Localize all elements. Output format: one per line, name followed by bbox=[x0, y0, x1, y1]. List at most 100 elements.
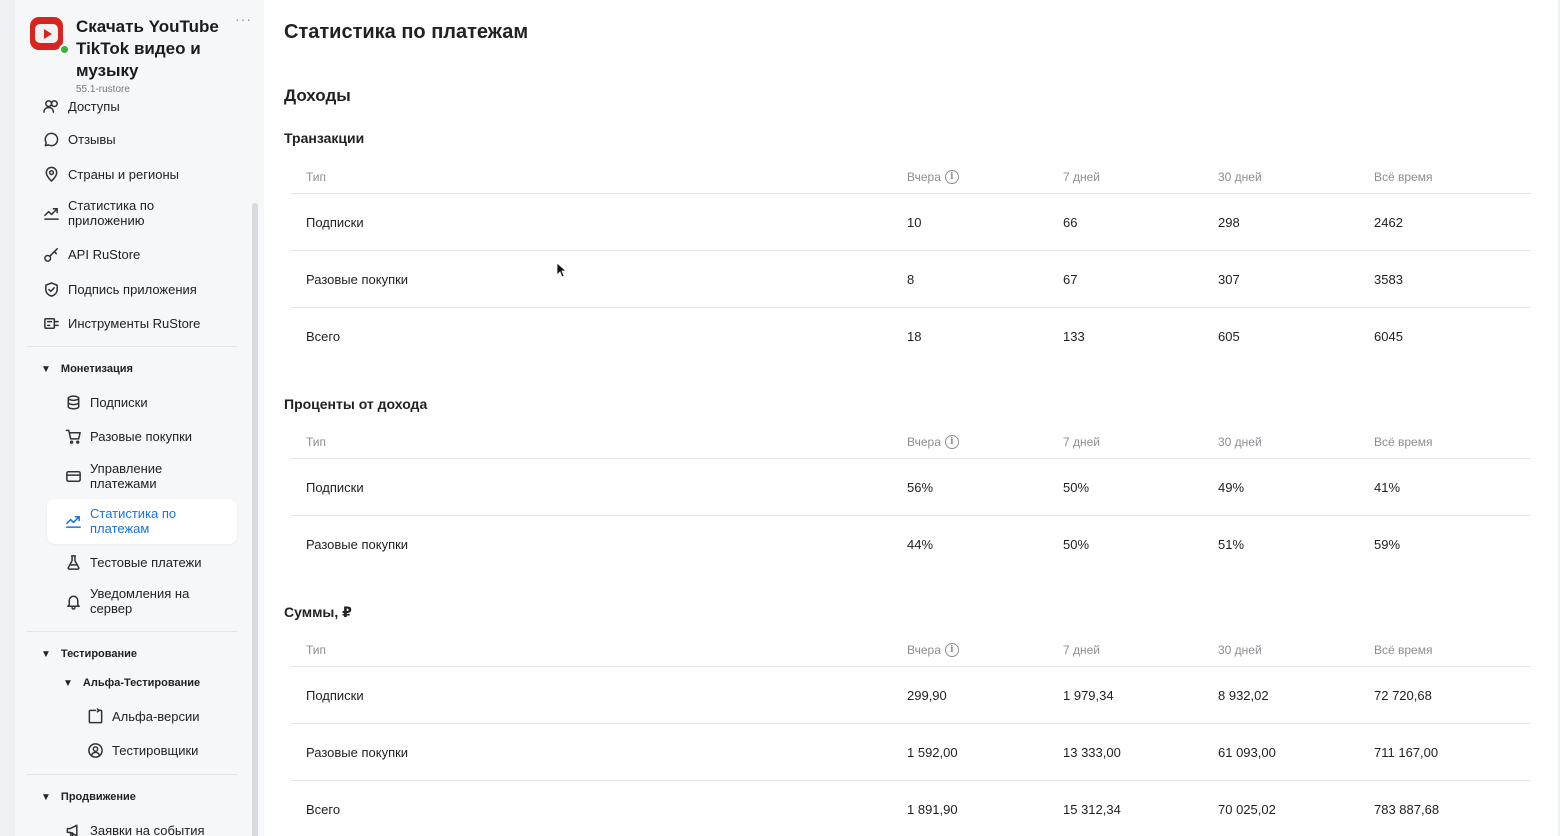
cell-value: 66 bbox=[1063, 214, 1078, 230]
key-icon bbox=[42, 245, 60, 263]
page-title: Статистика по платежам bbox=[284, 21, 529, 43]
cell-value: 41% bbox=[1374, 479, 1401, 495]
sidebar-item-app-stats[interactable]: Статистика по приложению bbox=[42, 198, 212, 228]
shield-check-icon bbox=[42, 280, 60, 298]
sidebar-item-label: Страны и регионы bbox=[68, 166, 180, 182]
section-promotion[interactable]: ▼ Продвижение bbox=[41, 791, 136, 803]
cell-type: Разовые покупки bbox=[306, 271, 409, 287]
cell-value: 2462 bbox=[1374, 214, 1403, 230]
info-icon[interactable]: i bbox=[944, 643, 959, 657]
sidebar-item-countries[interactable]: Страны и регионы bbox=[42, 165, 179, 183]
mouse-cursor-icon bbox=[556, 262, 568, 278]
column-header: Всё время bbox=[1374, 170, 1433, 184]
sidebar-item-alpha-versions[interactable]: Альфа-версии bbox=[86, 707, 200, 725]
cell-value: 50% bbox=[1063, 537, 1090, 552]
section-title: Монетизация bbox=[60, 363, 133, 375]
sidebar-item-api[interactable]: API RuStore bbox=[42, 245, 140, 263]
bell-icon bbox=[64, 592, 82, 610]
column-header: 30 дней bbox=[1218, 170, 1262, 184]
sidebar-divider bbox=[27, 631, 237, 632]
sidebar-item-label: Уведомления на сервер bbox=[90, 586, 190, 616]
table-header: Тип Вчера i 7 дней 30 дней Всё время bbox=[291, 635, 1531, 667]
triangle-down-icon: ▼ bbox=[41, 363, 51, 375]
column-header: Тип bbox=[306, 170, 327, 184]
table-row: Разовые покупки 8 67 307 3583 bbox=[291, 251, 1531, 308]
section-monetization[interactable]: ▼ Монетизация bbox=[41, 363, 133, 375]
section-title: Тестирование bbox=[60, 648, 138, 660]
trend-chart-icon bbox=[64, 512, 82, 530]
cell-type: Всего bbox=[306, 329, 341, 344]
sidebar-item-subscriptions[interactable]: Подписки bbox=[64, 393, 148, 411]
column-header: 30 дней bbox=[1218, 643, 1262, 657]
flask-icon bbox=[64, 553, 82, 571]
cell-value: 44% bbox=[907, 537, 934, 552]
sidebar-item-payment-management[interactable]: Управление платежами bbox=[64, 461, 214, 491]
cell-value: 18 bbox=[907, 329, 922, 344]
sidebar-divider bbox=[27, 346, 237, 347]
megaphone-icon bbox=[64, 821, 82, 836]
cell-type: Разовые покупки bbox=[306, 537, 409, 552]
sidebar-item-signing[interactable]: Подпись приложения bbox=[42, 280, 197, 298]
info-icon[interactable]: i bbox=[944, 435, 959, 449]
cell-value: 783 887,68 bbox=[1374, 802, 1440, 817]
sidebar-item-server-notifications[interactable]: Уведомления на сервер bbox=[64, 586, 214, 616]
tools-icon bbox=[42, 314, 60, 332]
income-heading: Доходы bbox=[284, 86, 351, 105]
trend-chart-icon bbox=[42, 204, 60, 222]
cell-value: 298 bbox=[1218, 214, 1240, 230]
column-header: 7 дней bbox=[1063, 643, 1101, 657]
app-version: 55.1-rustore bbox=[76, 84, 130, 95]
sidebar-item-event-requests[interactable]: Заявки на события bbox=[64, 821, 205, 836]
user-circle-icon bbox=[86, 741, 104, 759]
sidebar-item-label: Инструменты RuStore bbox=[68, 315, 201, 331]
sums-table: Тип Вчера i 7 дней 30 дней Всё время Подп… bbox=[291, 635, 1531, 836]
cell-type: Разовые покупки bbox=[306, 744, 409, 760]
sidebar-item-label: Тестовые платежи bbox=[90, 554, 202, 570]
table-row: Подписки 56% 50% 49% 41% bbox=[291, 459, 1531, 516]
sidebar-item-tools[interactable]: Инструменты RuStore bbox=[42, 314, 200, 332]
sidebar-item-label: Заявки на события bbox=[90, 822, 205, 836]
triangle-down-icon: ▼ bbox=[41, 648, 51, 660]
cell-value: 51% bbox=[1218, 537, 1245, 552]
transactions-title: Транзакции bbox=[284, 130, 365, 146]
table-header: Тип Вчера i 7 дней 30 дней Всё время bbox=[291, 162, 1531, 194]
cell-value: 299,90 bbox=[907, 687, 947, 703]
triangle-down-icon: ▼ bbox=[41, 791, 51, 803]
column-header: 7 дней bbox=[1063, 170, 1101, 184]
cell-value: 72 720,68 bbox=[1374, 687, 1432, 703]
sidebar-item-testers[interactable]: Тестировщики bbox=[86, 741, 198, 759]
cart-icon bbox=[64, 427, 82, 445]
column-header: Вчера i bbox=[907, 162, 959, 193]
app-logo-icon bbox=[30, 17, 63, 50]
location-pin-icon bbox=[42, 165, 60, 183]
chat-bubble-icon bbox=[42, 130, 60, 148]
cell-value: 59% bbox=[1374, 537, 1401, 552]
cell-value: 133 bbox=[1063, 329, 1085, 344]
cell-value: 49% bbox=[1218, 479, 1245, 495]
more-options-icon[interactable]: ··· bbox=[235, 11, 252, 27]
section-alpha-testing[interactable]: ▼ Альфа-Тестирование bbox=[63, 677, 200, 689]
square-refresh-icon bbox=[86, 707, 104, 725]
sidebar-divider bbox=[27, 774, 237, 775]
table-row: Разовые покупки 44% 50% 51% 59% bbox=[291, 516, 1531, 573]
app-title[interactable]: Скачать YouTube TikTok видео и музыку bbox=[76, 16, 236, 82]
sidebar-item-test-payments[interactable]: Тестовые платежи bbox=[64, 553, 202, 571]
section-testing[interactable]: ▼ Тестирование bbox=[41, 648, 137, 660]
cell-type: Подписки bbox=[306, 479, 364, 495]
info-icon[interactable]: i bbox=[944, 170, 959, 184]
card-icon bbox=[64, 467, 82, 485]
sidebar-item-label: Альфа-версии bbox=[112, 708, 200, 724]
cell-value: 1 592,00 bbox=[907, 744, 958, 760]
table-row: Подписки 299,90 1 979,34 8 932,02 72 720… bbox=[291, 667, 1531, 724]
column-header: Тип bbox=[306, 435, 327, 449]
sidebar-item-reviews[interactable]: Отзывы bbox=[42, 130, 116, 148]
cell-value: 8 bbox=[907, 271, 915, 287]
sidebar-item-payment-stats[interactable]: Статистика по платежам bbox=[64, 506, 214, 536]
sidebar-item-label: Подпись приложения bbox=[68, 281, 197, 297]
cell-value: 56% bbox=[907, 479, 934, 495]
sidebar-item-one-time[interactable]: Разовые покупки bbox=[64, 427, 192, 445]
cell-type: Подписки bbox=[306, 687, 364, 703]
cell-value: 3583 bbox=[1374, 271, 1403, 287]
table-row: Всего 1 891,90 15 312,34 70 025,02 783 8… bbox=[291, 781, 1531, 836]
sidebar-scrollbar[interactable] bbox=[252, 203, 258, 836]
